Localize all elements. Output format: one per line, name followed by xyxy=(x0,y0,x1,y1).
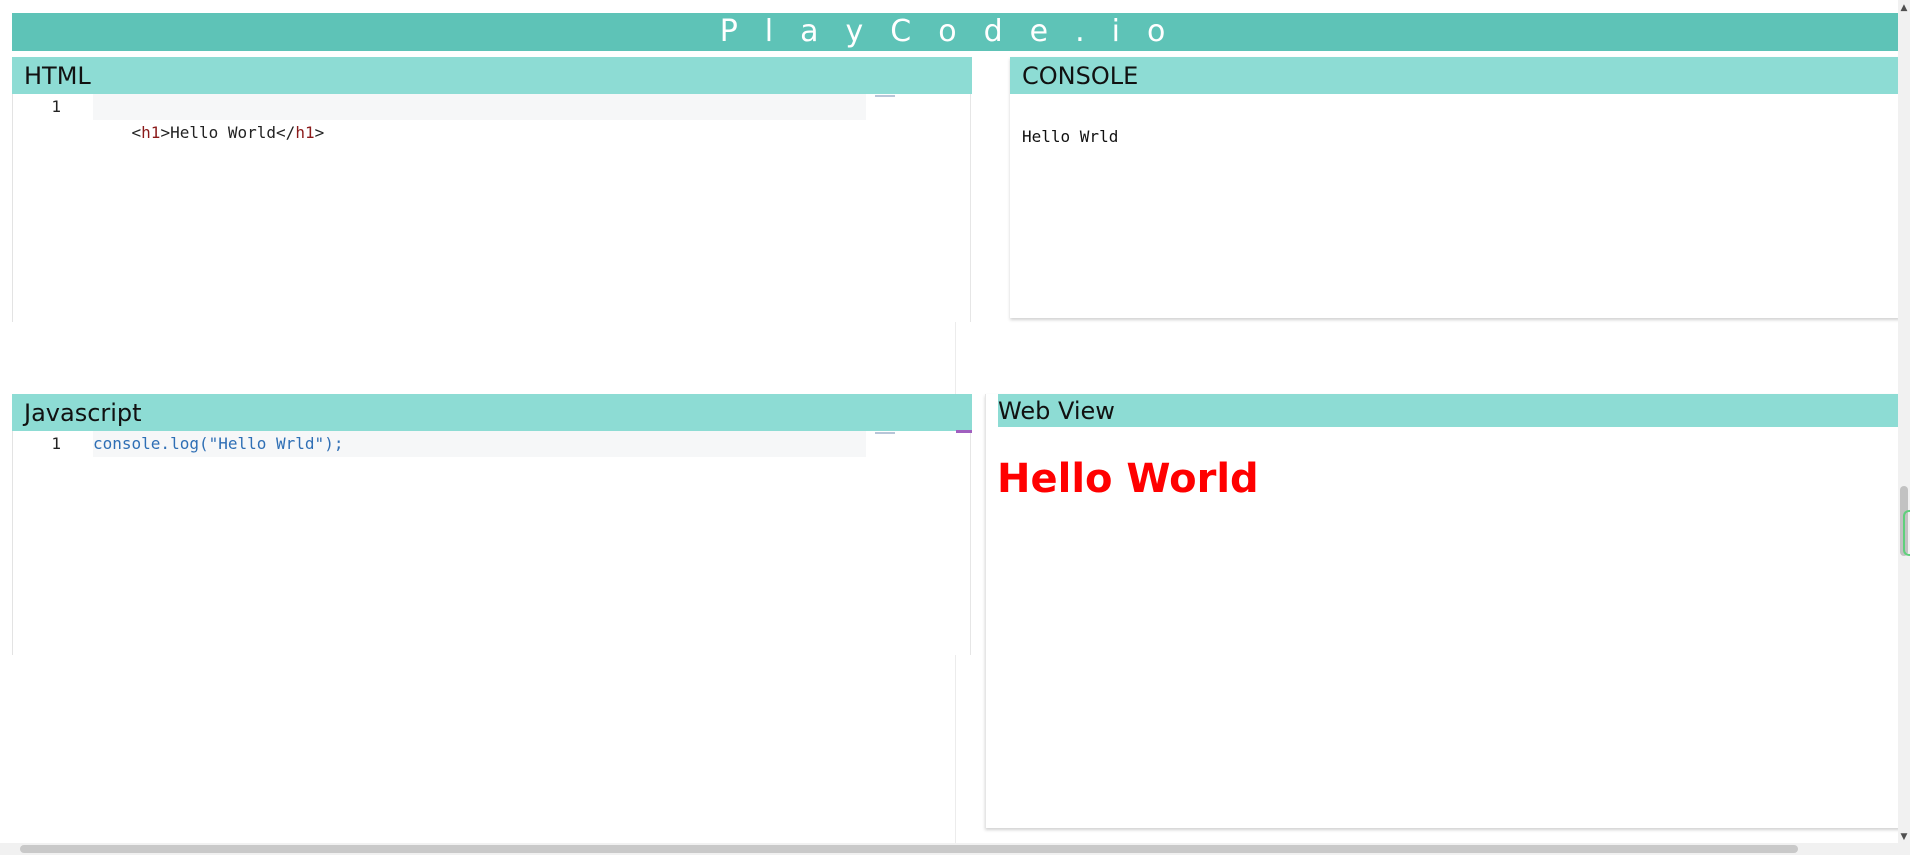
html-editor[interactable]: 1 <h1>Hello World</h1> xyxy=(12,94,973,322)
tag-bracket: < xyxy=(131,123,142,142)
minimap[interactable] xyxy=(875,95,895,97)
code-line[interactable]: console.log("Hello Wrld"); xyxy=(93,431,866,457)
minimap-slider[interactable] xyxy=(956,430,972,433)
console-output-line: Hello Wrld xyxy=(1022,127,1119,146)
side-tab-handle[interactable] xyxy=(1903,510,1910,556)
tag-name: h1 xyxy=(141,123,161,142)
tag-text: Hello World xyxy=(170,123,277,142)
horizontal-scrollbar-thumb[interactable] xyxy=(20,845,1798,853)
console-panel: CONSOLE Hello Wrld xyxy=(1010,57,1900,318)
html-panel-title: HTML xyxy=(24,61,91,90)
editor-edge xyxy=(970,431,971,655)
rendered-heading: Hello World xyxy=(997,456,1259,502)
console-panel-title: CONSOLE xyxy=(1022,61,1139,90)
tag-bracket: </ xyxy=(276,123,296,142)
js-panel-header: Javascript xyxy=(12,394,972,431)
webview-panel-title: Web View xyxy=(998,396,1115,425)
editor-edge xyxy=(970,94,971,322)
scroll-up-arrow-icon[interactable]: ▲ xyxy=(1898,2,1910,14)
code-line[interactable]: <h1>Hello World</h1> xyxy=(93,94,866,142)
js-editor[interactable]: 1 console.log("Hello Wrld"); xyxy=(12,431,973,655)
minimap[interactable] xyxy=(875,432,895,434)
line-number: 1 xyxy=(51,434,61,453)
tag-bracket: > xyxy=(314,123,325,142)
tag-name: h1 xyxy=(295,123,315,142)
html-panel-header: HTML xyxy=(12,57,972,94)
scroll-down-arrow-icon[interactable]: ▼ xyxy=(1898,831,1910,843)
tag-bracket: > xyxy=(160,123,171,142)
line-number: 1 xyxy=(51,97,61,116)
vertical-scrollbar[interactable] xyxy=(1898,0,1910,855)
webview-panel: Web View Hello World xyxy=(985,394,1901,828)
js-panel-title: Javascript xyxy=(24,398,142,427)
webview-panel-header: Web View xyxy=(998,394,1901,427)
app-title-banner: PlayCode.io xyxy=(12,13,1900,51)
console-panel-header: CONSOLE xyxy=(1010,57,1900,94)
